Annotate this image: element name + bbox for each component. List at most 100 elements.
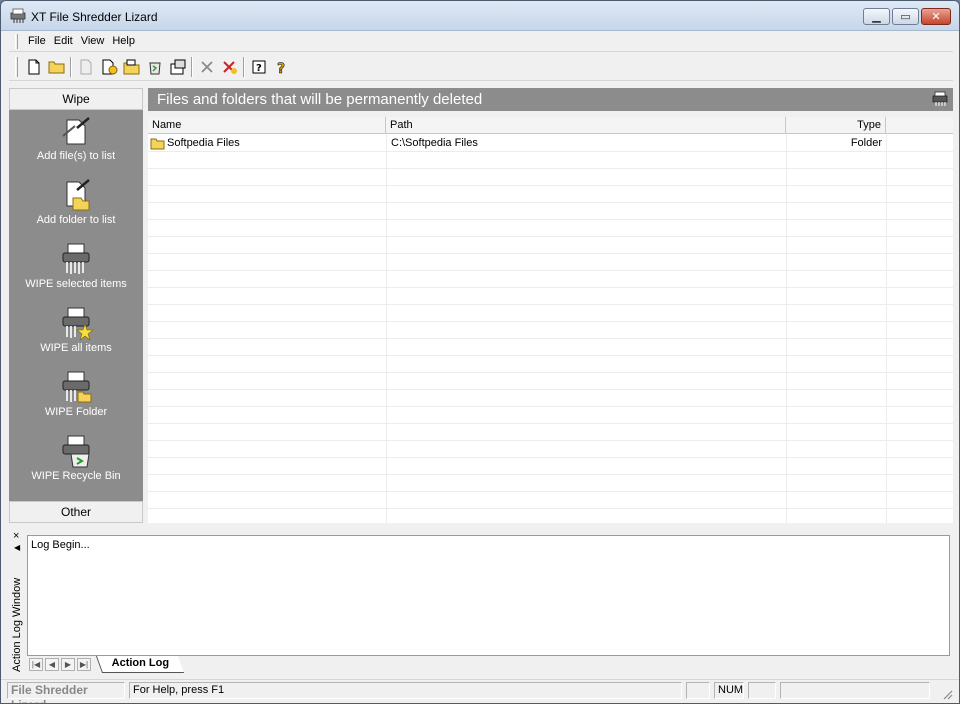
log-collapse-arrow-icon[interactable]: ◀: [14, 543, 20, 552]
recycle-bin-icon: [148, 62, 161, 74]
add-files-tool-button[interactable]: [97, 56, 120, 78]
svg-text:?: ?: [277, 61, 285, 75]
menubar-grip[interactable]: [15, 33, 18, 49]
empty-row: [148, 169, 953, 186]
close-icon: ✕: [931, 11, 941, 23]
minimize-button[interactable]: ▁: [863, 8, 890, 25]
empty-row: [148, 390, 953, 407]
menu-help[interactable]: Help: [108, 31, 139, 52]
help-topics-button[interactable]: ?: [247, 56, 270, 78]
menu-edit[interactable]: Edit: [50, 31, 77, 52]
tab-last-button[interactable]: ▶|: [77, 658, 91, 671]
tab-next-button[interactable]: ▶: [61, 658, 75, 671]
log-close-button[interactable]: ×: [13, 530, 19, 542]
title-bar: XT File Shredder Lizard ▁ ▭ ✕: [1, 1, 959, 31]
app-window: XT File Shredder Lizard ▁ ▭ ✕ File Edit …: [0, 0, 960, 704]
shredder-folder-icon: [62, 371, 92, 403]
remove-button[interactable]: [195, 56, 218, 78]
tab-prev-button[interactable]: ◀: [45, 658, 59, 671]
empty-row: [148, 152, 953, 169]
add-files-icon: [102, 59, 117, 74]
wipe-selected-item[interactable]: WIPE selected items: [9, 238, 143, 302]
toolbar-separator: [70, 56, 72, 77]
log-side-bar: × ◀ Action Log Window: [9, 529, 27, 675]
toolbar-separator: [191, 56, 193, 77]
add-folder-item[interactable]: Add folder to list: [9, 174, 143, 238]
table-row[interactable]: Softpedia Files C:\Softpedia Files Folde…: [148, 135, 953, 152]
menu-file[interactable]: File: [24, 31, 50, 52]
empty-row: [148, 509, 953, 523]
open-button[interactable]: [45, 56, 68, 78]
empty-row: [148, 475, 953, 492]
empty-row: [148, 424, 953, 441]
resize-grip-icon[interactable]: [941, 688, 953, 700]
svg-text:?: ?: [256, 63, 262, 74]
wipe-recycle-bin-label: WIPE Recycle Bin: [31, 470, 121, 482]
log-window-label: Action Log Window: [11, 577, 23, 672]
wipe-selected-label: WIPE selected items: [25, 278, 127, 290]
question-icon: ?: [276, 60, 285, 75]
empty-row: [148, 186, 953, 203]
row-name: Softpedia Files: [167, 137, 240, 149]
empty-row: [148, 322, 953, 339]
row-path: C:\Softpedia Files: [391, 137, 478, 149]
tab-first-button[interactable]: |◀: [29, 658, 43, 671]
column-header-type[interactable]: Type: [786, 117, 886, 134]
status-caps-pane: [686, 682, 710, 699]
wipe-section-header[interactable]: Wipe: [9, 88, 143, 110]
empty-row: [148, 203, 953, 220]
context-help-button[interactable]: ?: [270, 56, 293, 78]
toolbar-grip[interactable]: [15, 56, 18, 77]
add-files-item[interactable]: Add file(s) to list: [9, 110, 143, 174]
wipe-all-item[interactable]: WIPE all items: [9, 302, 143, 366]
new-button[interactable]: [22, 56, 45, 78]
empty-row: [148, 237, 953, 254]
row-type: Folder: [850, 137, 882, 149]
shredder-app-icon: [10, 8, 26, 23]
log-text-area[interactable]: Log Begin...: [27, 535, 950, 657]
status-help-text: For Help, press F1: [129, 682, 682, 699]
list-rows: Softpedia Files C:\Softpedia Files Folde…: [148, 135, 953, 523]
remove-all-icon: [222, 60, 237, 74]
open-folder-icon: [150, 138, 165, 150]
column-header-path[interactable]: Path: [386, 117, 786, 134]
status-scroll-pane: [748, 682, 776, 699]
help-book-icon: ?: [252, 60, 265, 74]
wipe-folder-item[interactable]: WIPE Folder: [9, 366, 143, 430]
wipe-recycle-bin-item[interactable]: WIPE Recycle Bin: [9, 430, 143, 494]
close-button[interactable]: ✕: [921, 8, 951, 25]
add-files-label: Add file(s) to list: [36, 150, 116, 162]
add-file-tool-button[interactable]: [74, 56, 97, 78]
empty-row: [148, 441, 953, 458]
log-tab-bar: |◀ ◀ ▶ ▶| Action Log: [27, 655, 950, 673]
wipe-folder-label: WIPE Folder: [44, 406, 108, 418]
empty-row: [148, 356, 953, 373]
status-bar: File Shredder Lizard For Help, press F1 …: [1, 679, 959, 703]
recycle-tool-button[interactable]: [143, 56, 166, 78]
shredder-icon: [62, 243, 90, 274]
shredder-star-icon: [62, 307, 93, 340]
empty-row: [148, 492, 953, 509]
remove-all-button[interactable]: [218, 56, 241, 78]
add-folder-tool-button[interactable]: [120, 56, 143, 78]
add-file-icon: [62, 117, 90, 145]
add-folder-label: Add folder to list: [36, 214, 116, 226]
tab-action-log[interactable]: Action Log: [95, 656, 185, 673]
menu-bar: File Edit View Help: [9, 31, 953, 52]
menu-view[interactable]: View: [77, 31, 109, 52]
column-header-name[interactable]: Name: [148, 117, 386, 134]
maximize-button[interactable]: ▭: [892, 8, 919, 25]
wipe-all-label: WIPE all items: [40, 342, 112, 354]
properties-tool-button[interactable]: [166, 56, 189, 78]
tab-action-log-label: Action Log: [111, 657, 170, 669]
shredder-icon: [932, 91, 948, 106]
remove-x-icon: [200, 60, 213, 73]
restore-icon: ▭: [900, 11, 911, 23]
other-section-header[interactable]: Other: [9, 501, 143, 523]
list-header: Name Path Type: [148, 117, 953, 134]
empty-row: [148, 288, 953, 305]
new-document-icon: [28, 59, 39, 74]
status-extra-pane: [780, 682, 930, 699]
open-folder-icon: [48, 61, 64, 74]
files-list[interactable]: Name Path Type Softpedia Files C:\Softpe…: [148, 117, 953, 523]
